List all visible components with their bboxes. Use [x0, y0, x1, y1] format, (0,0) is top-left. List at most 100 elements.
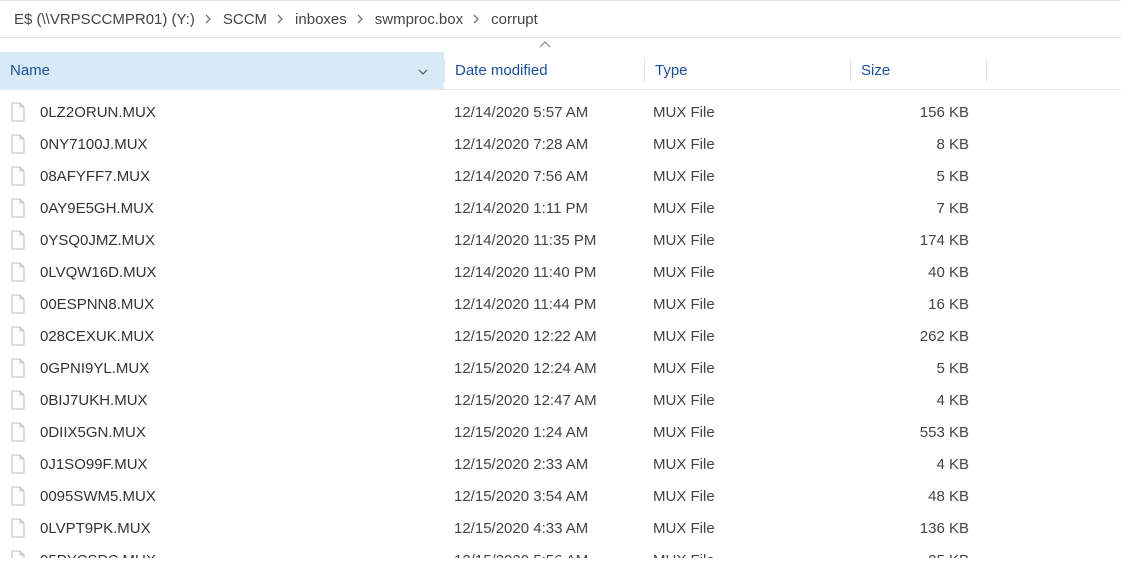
file-date: 12/15/2020 12:47 AM: [444, 392, 643, 409]
file-size: 40 KB: [848, 264, 983, 281]
file-date: 12/15/2020 2:33 AM: [444, 456, 643, 473]
file-size: 16 KB: [848, 296, 983, 313]
breadcrumb-item[interactable]: SCCM: [217, 7, 273, 32]
cell-name: 0095SWM5.MUX: [0, 486, 444, 506]
file-list[interactable]: 0LZ2ORUN.MUX12/14/2020 5:57 AMMUX File15…: [0, 90, 1121, 544]
file-size: 8 KB: [848, 136, 983, 153]
file-icon: [10, 262, 26, 282]
cell-name: 0LVQW16D.MUX: [0, 262, 444, 282]
file-type: MUX File: [643, 392, 848, 409]
file-size: 262 KB: [848, 328, 983, 345]
file-size: 4 KB: [848, 392, 983, 409]
column-header-size[interactable]: Size: [851, 52, 986, 89]
file-type: MUX File: [643, 520, 848, 537]
file-row[interactable]: 05PYCSPC.MUX 12/15/2020 5:56 AM MUX File…: [0, 544, 1121, 558]
cell-name: 0DIIX5GN.MUX: [0, 422, 444, 442]
column-label: Size: [861, 62, 890, 79]
file-icon: [10, 550, 26, 558]
file-row[interactable]: 0J1SO99F.MUX12/15/2020 2:33 AMMUX File4 …: [0, 448, 1121, 480]
file-row[interactable]: 0YSQ0JMZ.MUX12/14/2020 11:35 PMMUX File1…: [0, 224, 1121, 256]
breadcrumb-item[interactable]: swmproc.box: [369, 7, 469, 32]
breadcrumb-bar[interactable]: E$ (\\VRPSCCMPR01) (Y:) SCCM inboxes swm…: [0, 0, 1121, 38]
file-date: 12/14/2020 11:35 PM: [444, 232, 643, 249]
file-icon: [10, 102, 26, 122]
cell-name: 028CEXUK.MUX: [0, 326, 444, 346]
file-name: 0LVPT9PK.MUX: [40, 520, 151, 537]
sort-ascending-icon: [539, 40, 551, 51]
file-size: 48 KB: [848, 488, 983, 505]
chevron-down-icon[interactable]: [418, 62, 428, 79]
file-icon: [10, 326, 26, 346]
cell-name: 0NY7100J.MUX: [0, 134, 444, 154]
chevron-right-icon: [469, 14, 485, 24]
partial-row-clip: 05PYCSPC.MUX 12/15/2020 5:56 AM MUX File…: [0, 544, 1121, 558]
file-name: 0095SWM5.MUX: [40, 488, 156, 505]
file-icon: [10, 454, 26, 474]
file-row[interactable]: 028CEXUK.MUX12/15/2020 12:22 AMMUX File2…: [0, 320, 1121, 352]
column-header-type[interactable]: Type: [645, 52, 850, 89]
file-name: 0J1SO99F.MUX: [40, 456, 148, 473]
breadcrumb-item[interactable]: corrupt: [485, 7, 544, 32]
file-name: 08AFYFF7.MUX: [40, 168, 150, 185]
cell-name: 0BIJ7UKH.MUX: [0, 390, 444, 410]
file-date: 12/14/2020 1:11 PM: [444, 200, 643, 217]
file-row[interactable]: 0095SWM5.MUX12/15/2020 3:54 AMMUX File48…: [0, 480, 1121, 512]
file-size: 4 KB: [848, 456, 983, 473]
file-icon: [10, 518, 26, 538]
file-name: 0BIJ7UKH.MUX: [40, 392, 148, 409]
file-name: 0LVQW16D.MUX: [40, 264, 156, 281]
file-type: MUX File: [643, 136, 848, 153]
file-row[interactable]: 00ESPNN8.MUX12/14/2020 11:44 PMMUX File1…: [0, 288, 1121, 320]
cell-name: 0LVPT9PK.MUX: [0, 518, 444, 538]
cell-name: 0J1SO99F.MUX: [0, 454, 444, 474]
file-icon: [10, 390, 26, 410]
file-name: 0GPNI9YL.MUX: [40, 360, 149, 377]
file-type: MUX File: [643, 360, 848, 377]
file-name: 028CEXUK.MUX: [40, 328, 154, 345]
cell-name: 0AY9E5GH.MUX: [0, 198, 444, 218]
file-icon: [10, 134, 26, 154]
file-icon: [10, 198, 26, 218]
cell-name: 0GPNI9YL.MUX: [0, 358, 444, 378]
file-row[interactable]: 08AFYFF7.MUX12/14/2020 7:56 AMMUX File5 …: [0, 160, 1121, 192]
chevron-right-icon: [353, 14, 369, 24]
file-row[interactable]: 0NY7100J.MUX12/14/2020 7:28 AMMUX File8 …: [0, 128, 1121, 160]
chevron-right-icon: [201, 14, 217, 24]
cell-name: 08AFYFF7.MUX: [0, 166, 444, 186]
column-header-name[interactable]: Name: [0, 52, 444, 89]
file-icon: [10, 486, 26, 506]
file-row[interactable]: 0DIIX5GN.MUX 12/15/2020 1:24 AMMUX File55…: [0, 416, 1121, 448]
breadcrumb-item[interactable]: E$ (\\VRPSCCMPR01) (Y:): [8, 7, 201, 32]
file-size: 5 KB: [848, 168, 983, 185]
cell-name: 0YSQ0JMZ.MUX: [0, 230, 444, 250]
file-size: 136 KB: [848, 520, 983, 537]
file-date: 12/15/2020 5:56 AM: [444, 552, 643, 559]
file-date: 12/14/2020 7:28 AM: [444, 136, 643, 153]
column-header-date[interactable]: Date modified: [445, 52, 644, 89]
file-name: 0DIIX5GN.MUX: [40, 424, 146, 441]
file-type: MUX File: [643, 424, 848, 441]
file-type: MUX File: [643, 552, 848, 559]
file-date: 12/14/2020 5:57 AM: [444, 104, 643, 121]
file-size: 553 KB: [848, 424, 983, 441]
breadcrumb-item[interactable]: inboxes: [289, 7, 353, 32]
file-name: 05PYCSPC.MUX: [40, 552, 156, 559]
file-row[interactable]: 0LZ2ORUN.MUX12/14/2020 5:57 AMMUX File15…: [0, 96, 1121, 128]
file-size: 174 KB: [848, 232, 983, 249]
file-date: 12/15/2020 3:54 AM: [444, 488, 643, 505]
file-icon: [10, 230, 26, 250]
file-row[interactable]: 0BIJ7UKH.MUX 12/15/2020 12:47 AMMUX File4…: [0, 384, 1121, 416]
file-size: 25 KB: [848, 552, 983, 559]
file-type: MUX File: [643, 104, 848, 121]
file-date: 12/15/2020 1:24 AM: [444, 424, 643, 441]
file-icon: [10, 166, 26, 186]
file-icon: [10, 358, 26, 378]
column-label: Name: [10, 62, 50, 79]
file-row[interactable]: 0LVPT9PK.MUX12/15/2020 4:33 AMMUX File13…: [0, 512, 1121, 544]
file-row[interactable]: 0LVQW16D.MUX12/14/2020 11:40 PMMUX File4…: [0, 256, 1121, 288]
file-row[interactable]: 0AY9E5GH.MUX12/14/2020 1:11 PMMUX File7 …: [0, 192, 1121, 224]
cell-name: 00ESPNN8.MUX: [0, 294, 444, 314]
file-date: 12/15/2020 12:22 AM: [444, 328, 643, 345]
file-row[interactable]: 0GPNI9YL.MUX12/15/2020 12:24 AMMUX File5…: [0, 352, 1121, 384]
chevron-right-icon: [273, 14, 289, 24]
